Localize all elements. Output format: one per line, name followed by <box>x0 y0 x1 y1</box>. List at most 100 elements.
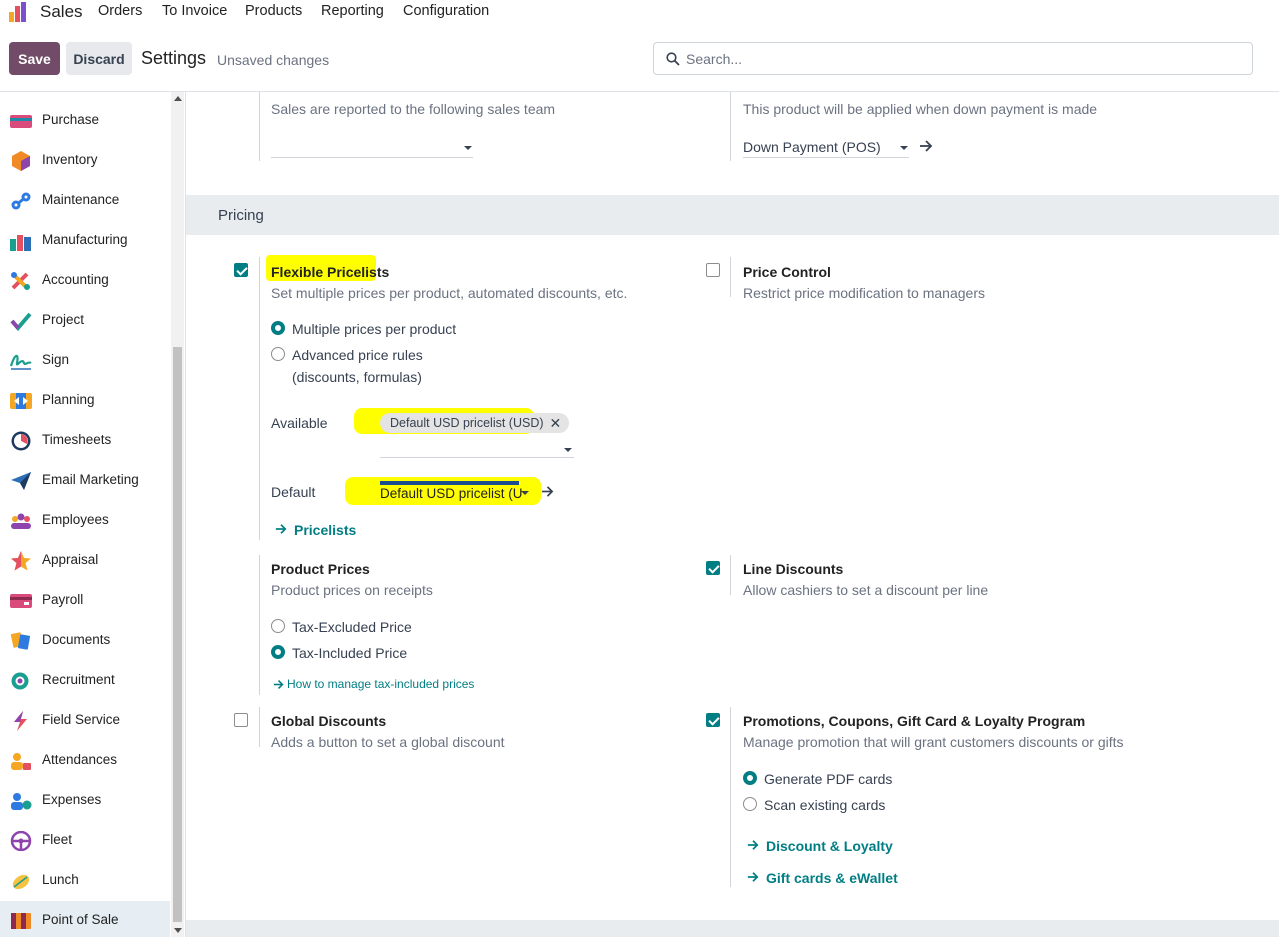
sidebar-item-expenses[interactable]: Expenses <box>0 781 170 821</box>
menu-orders[interactable]: Orders <box>98 3 142 19</box>
down-payment-select[interactable]: Down Payment (POS) <box>743 139 881 155</box>
sidebar-item-employees[interactable]: Employees <box>0 501 170 541</box>
discard-button[interactable]: Discard <box>66 42 132 75</box>
down-payment-dropdown-icon[interactable] <box>900 146 908 150</box>
recruitment-icon <box>11 672 29 690</box>
scroll-up-icon[interactable] <box>174 96 182 101</box>
sidebar-item-label: Email Marketing <box>42 472 139 487</box>
search-input[interactable] <box>686 49 1226 69</box>
advanced-rules-sublabel: (discounts, formulas) <box>292 369 422 385</box>
sidebar-item-field-service[interactable]: Field Service <box>0 701 170 741</box>
save-button[interactable]: Save <box>9 42 60 75</box>
sales-app-icon[interactable] <box>8 2 30 22</box>
multiple-prices-radio[interactable] <box>271 321 285 335</box>
sidebar-item-label: Accounting <box>42 272 109 287</box>
promotions-description: Manage promotion that will grant custome… <box>743 734 1124 750</box>
purchase-icon <box>10 115 32 128</box>
app-name[interactable]: Sales <box>40 2 83 22</box>
documents-icon <box>10 632 30 650</box>
sidebar-item-planning[interactable]: Planning <box>0 381 170 421</box>
scan-cards-radio[interactable] <box>743 797 757 811</box>
pricelist-tag: Default USD pricelist (USD) ✕ <box>380 413 570 433</box>
flexible-pricelists-checkbox[interactable] <box>234 263 248 277</box>
manufacturing-icon <box>10 235 31 251</box>
planning-icon <box>10 393 32 409</box>
sidebar-scrollbar[interactable] <box>171 92 184 937</box>
global-discounts-description: Adds a button to set a global discount <box>271 734 505 750</box>
line-discounts-checkbox[interactable] <box>706 561 720 575</box>
menu-to-invoice[interactable]: To Invoice <box>162 3 227 19</box>
discount-loyalty-link[interactable]: Discount & Loyalty <box>766 838 893 854</box>
field-service-icon <box>14 711 27 731</box>
sidebar-item-appraisal[interactable]: Appraisal <box>0 541 170 581</box>
sidebar-item-accounting[interactable]: Accounting <box>0 261 170 301</box>
generate-pdf-radio[interactable] <box>743 771 757 785</box>
divider <box>730 707 731 887</box>
available-dropdown-icon[interactable] <box>564 448 572 452</box>
line-discounts-title: Line Discounts <box>743 561 844 577</box>
global-discounts-title: Global Discounts <box>271 713 387 729</box>
promotions-title: Promotions, Coupons, Gift Card & Loyalty… <box>743 713 1086 729</box>
sidebar-item-email-marketing[interactable]: Email Marketing <box>0 461 170 501</box>
advanced-rules-label: Advanced price rules <box>292 347 423 363</box>
section-title: Pricing <box>218 207 264 224</box>
down-payment-description: This product will be applied when down p… <box>743 101 1098 117</box>
scrollbar-thumb[interactable] <box>173 347 182 922</box>
scroll-down-icon[interactable] <box>174 928 182 933</box>
menu-products[interactable]: Products <box>245 3 302 19</box>
global-discounts-checkbox[interactable] <box>234 713 248 727</box>
advanced-rules-radio[interactable] <box>271 347 285 361</box>
sidebar-item-lunch[interactable]: Lunch <box>0 861 170 901</box>
generate-pdf-label: Generate PDF cards <box>764 771 893 787</box>
price-control-checkbox[interactable] <box>706 263 720 277</box>
sidebar-item-fleet[interactable]: Fleet <box>0 821 170 861</box>
tax-included-radio[interactable] <box>271 645 285 659</box>
sidebar-item-label: Point of Sale <box>42 912 119 927</box>
sidebar-item-inventory[interactable]: Inventory <box>0 141 170 181</box>
menu-configuration[interactable]: Configuration <box>403 3 489 19</box>
project-icon <box>10 312 32 331</box>
multiple-prices-label: Multiple prices per product <box>292 321 457 337</box>
divider <box>259 92 260 161</box>
arrow-right-icon <box>747 872 759 882</box>
price-control-title: Price Control <box>743 264 831 280</box>
sidebar-item-sign[interactable]: Sign <box>0 341 170 381</box>
search-bar[interactable] <box>653 42 1253 75</box>
sales-team-select-line <box>271 157 473 158</box>
sidebar-item-label: Inventory <box>42 152 98 167</box>
maintenance-icon <box>11 192 31 210</box>
divider <box>730 257 731 297</box>
default-dropdown-icon[interactable] <box>521 491 529 495</box>
sidebar-item-point-of-sale[interactable]: Point of Sale <box>0 901 170 937</box>
tax-excluded-radio[interactable] <box>271 619 285 633</box>
available-select-line <box>380 457 574 458</box>
menu-reporting[interactable]: Reporting <box>321 3 384 19</box>
promotions-checkbox[interactable] <box>706 713 720 727</box>
sidebar-item-label: Planning <box>42 392 95 407</box>
pricelists-link[interactable]: Pricelists <box>294 522 356 538</box>
divider <box>259 257 260 540</box>
remove-tag-icon[interactable]: ✕ <box>550 415 562 432</box>
sidebar-item-manufacturing[interactable]: Manufacturing <box>0 221 170 261</box>
arrow-right-icon[interactable] <box>541 485 554 498</box>
control-panel: Save Discard Settings Unsaved changes <box>0 24 1279 92</box>
sidebar-item-payroll[interactable]: Payroll <box>0 581 170 621</box>
sidebar-item-label: Maintenance <box>42 192 120 207</box>
sidebar-item-documents[interactable]: Documents <box>0 621 170 661</box>
sidebar-item-purchase[interactable]: Purchase <box>0 101 170 141</box>
sidebar-item-project[interactable]: Project <box>0 301 170 341</box>
arrow-right-icon <box>275 524 287 534</box>
flexible-pricelists-description: Set multiple prices per product, automat… <box>271 285 628 301</box>
sidebar-item-attendances[interactable]: Attendances <box>0 741 170 781</box>
gift-cards-link[interactable]: Gift cards & eWallet <box>766 870 898 886</box>
timesheets-icon <box>11 431 31 451</box>
attendances-icon <box>11 753 31 770</box>
default-pricelist-select[interactable]: Default USD pricelist (U <box>380 485 530 502</box>
pricing-section-header: Pricing <box>186 195 1279 235</box>
arrow-right-icon[interactable] <box>919 139 933 153</box>
sidebar-item-recruitment[interactable]: Recruitment <box>0 661 170 701</box>
sales-team-dropdown-icon[interactable] <box>464 146 472 150</box>
sidebar-item-timesheets[interactable]: Timesheets <box>0 421 170 461</box>
sidebar-item-maintenance[interactable]: Maintenance <box>0 181 170 221</box>
tax-included-help-link[interactable]: How to manage tax-included prices <box>287 677 474 691</box>
